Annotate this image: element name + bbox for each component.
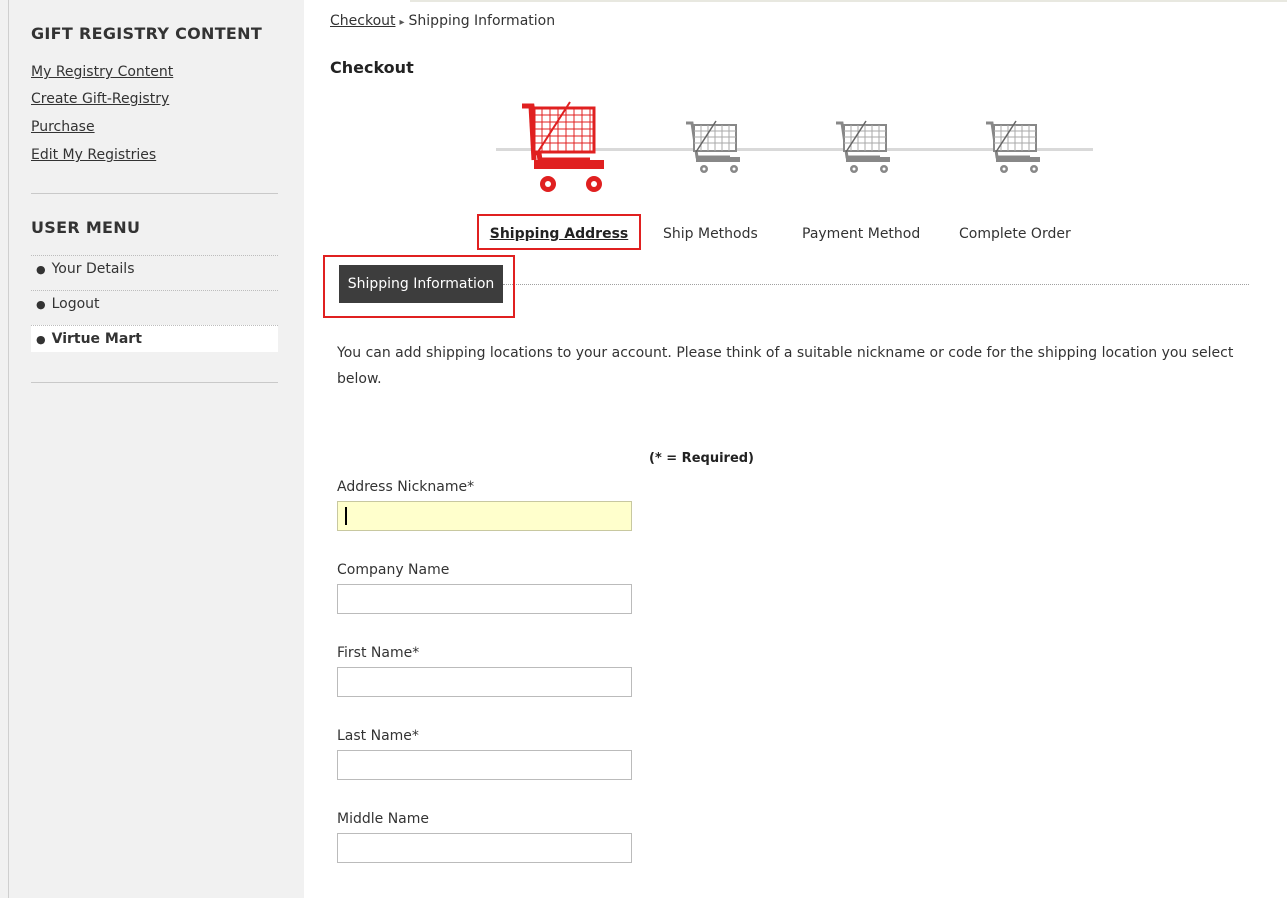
tab-shipping-information[interactable]: Shipping Information [339,265,503,303]
user-menu-title: USER MENU [31,218,141,237]
breadcrumb-separator-icon: ▸ [399,17,405,28]
intro-text: You can add shipping locations to your a… [337,345,1234,387]
bullet-icon: ● [36,298,46,311]
last-name-input[interactable] [337,750,632,780]
step-payment-method[interactable]: Payment Method [802,226,920,242]
sidebar-divider [31,193,278,194]
middle-name-label: Middle Name [337,811,429,827]
shopping-cart-icon [686,120,740,173]
address-nickname-input[interactable] [337,501,632,531]
checkout-page: GIFT REGISTRY CONTENT My Registry Conten… [0,0,1287,898]
last-name-label: Last Name* [337,728,419,744]
sidebar-link-create-gift-registry[interactable]: Create Gift-Registry [31,91,169,107]
first-name-input[interactable] [337,667,632,697]
shopping-cart-icon [836,120,890,173]
user-menu-item-label: Your Details [51,261,135,277]
step-label: Shipping Address [489,226,629,242]
user-menu-item-label: Virtue Mart [51,331,142,347]
tab-divider [503,284,1249,285]
page-title: Checkout [330,58,414,77]
text-caret [345,507,347,525]
user-menu-item-virtue-mart[interactable]: ● Virtue Mart [31,325,278,352]
shopping-cart-icon [522,101,604,192]
first-name-label: First Name* [337,645,420,661]
breadcrumb-current: Shipping Information [408,13,556,29]
step-complete-order[interactable]: Complete Order [959,226,1071,242]
company-name-label: Company Name [337,562,450,578]
company-name-input[interactable] [337,584,632,614]
sidebar: GIFT REGISTRY CONTENT My Registry Conten… [0,0,304,898]
sidebar-link-purchase[interactable]: Purchase [31,119,95,135]
user-menu-item-label: Logout [51,296,100,312]
required-note: (* = Required) [649,451,755,466]
middle-name-input[interactable] [337,833,632,863]
bullet-icon: ● [36,333,46,346]
user-menu-item-your-details[interactable]: ● Your Details [31,255,278,282]
sidebar-link-edit-my-registries[interactable]: Edit My Registries [31,147,156,163]
breadcrumb: Checkout ▸ Shipping Information [330,13,555,29]
user-menu-item-logout[interactable]: ● Logout [31,290,278,317]
gift-registry-title: GIFT REGISTRY CONTENT [31,24,263,43]
bullet-icon: ● [36,263,46,276]
step-ship-methods[interactable]: Ship Methods [663,226,758,242]
step-shipping-address[interactable]: Shipping Address [477,214,641,250]
breadcrumb-link-checkout[interactable]: Checkout [330,13,396,29]
shopping-cart-icon [986,120,1040,173]
address-nickname-label: Address Nickname* [337,479,475,495]
sidebar-edge [8,0,9,898]
sidebar-divider [31,382,278,383]
sidebar-link-my-registry-content[interactable]: My Registry Content [31,64,173,80]
